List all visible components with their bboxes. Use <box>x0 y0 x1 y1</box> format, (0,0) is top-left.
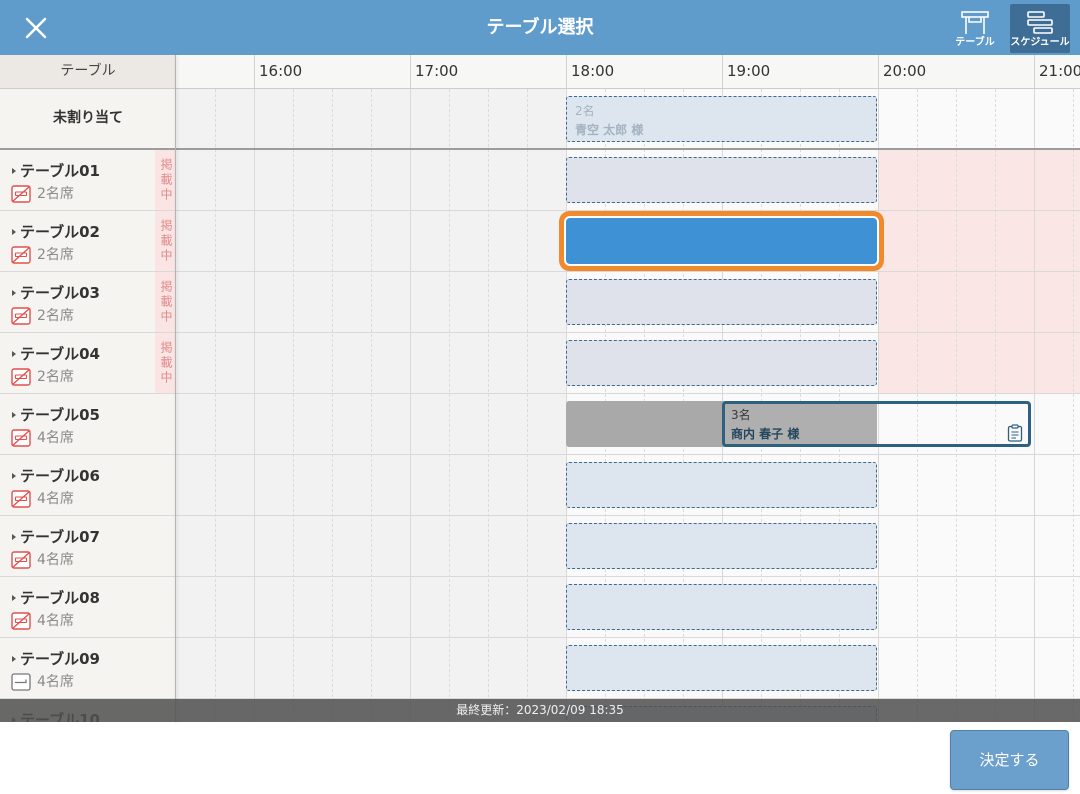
guest-name: 商内 春子 様 <box>731 427 800 441</box>
expand-arrow-icon[interactable] <box>12 412 16 418</box>
close-icon[interactable] <box>20 12 52 44</box>
bottom-bar: 決定する <box>0 722 1080 794</box>
party-size: 3名 <box>731 408 751 422</box>
table-name: テーブル07 <box>20 528 100 546</box>
schedule-grid[interactable]: 未割り当て 2名 青空 太郎 様 テーブル01 2名席 掲載中 テーブル02 2名席 掲載中… <box>0 89 1080 722</box>
table-rows: 未割り当て 2名 青空 太郎 様 テーブル01 2名席 掲載中 テーブル02 2名席 掲載中… <box>0 89 1080 722</box>
last-updated-status: 最終更新：2023/02/09 18:35 <box>0 699 1080 722</box>
table-column-header: テーブル <box>0 55 176 88</box>
hour-label: 18:00 <box>571 62 615 80</box>
seat-icon <box>11 672 31 692</box>
table-row: テーブル03 2名席 掲載中 <box>0 272 1080 333</box>
hour-label: 21:00 <box>1039 62 1080 80</box>
seat-capacity: 2名席 <box>37 369 74 385</box>
table-label[interactable]: テーブル09 4名席 <box>0 638 176 698</box>
table-row: テーブル06 4名席 <box>0 455 1080 516</box>
seat-capacity: 4名席 <box>37 613 74 629</box>
assignable-slot[interactable] <box>566 462 877 508</box>
expand-arrow-icon[interactable] <box>12 229 16 235</box>
party-size: 2名 <box>575 104 595 118</box>
seat-unavailable-icon <box>11 428 31 448</box>
seat-unavailable-icon <box>11 611 31 631</box>
table-icon <box>960 10 990 36</box>
seat-unavailable-icon <box>11 489 31 509</box>
assignable-slot[interactable] <box>566 340 877 386</box>
unassigned-row: 未割り当て 2名青空 太郎 様 <box>0 89 1080 150</box>
assignable-slot[interactable] <box>566 584 877 630</box>
reservation-card[interactable]: 3名商内 春子 様 <box>722 401 1031 447</box>
schedule-view-button[interactable]: スケジュール <box>1010 4 1070 53</box>
expand-arrow-icon[interactable] <box>12 473 16 479</box>
seat-unavailable-icon <box>11 550 31 570</box>
table-label[interactable]: テーブル08 4名席 <box>0 577 176 637</box>
confirm-button[interactable]: 決定する <box>950 730 1069 790</box>
expand-arrow-icon[interactable] <box>12 534 16 540</box>
table-label[interactable]: テーブル06 4名席 <box>0 455 176 515</box>
table-view-button[interactable]: テーブル <box>945 4 1005 53</box>
table-label[interactable]: テーブル07 4名席 <box>0 516 176 576</box>
expand-arrow-icon[interactable] <box>12 656 16 662</box>
listing-status-tag: 掲載中 <box>155 211 176 271</box>
hour-label: 19:00 <box>727 62 771 80</box>
hour-scale: 16:00 17:00 18:00 19:00 20:00 21:00 <box>176 55 1080 88</box>
table-row: テーブル02 2名席 掲載中 <box>0 211 1080 272</box>
seat-unavailable-icon <box>11 184 31 204</box>
assignable-slot[interactable] <box>566 157 877 203</box>
selected-slot[interactable] <box>566 218 877 264</box>
table-name: テーブル01 <box>20 162 100 180</box>
table-name: テーブル04 <box>20 345 100 363</box>
expand-arrow-icon[interactable] <box>12 351 16 357</box>
listing-status-tag: 掲載中 <box>155 272 176 332</box>
table-row: テーブル09 4名席 <box>0 638 1080 699</box>
table-label[interactable]: テーブル01 2名席 掲載中 <box>0 150 176 210</box>
table-row: テーブル05 4名席 3名商内 春子 様 <box>0 394 1080 455</box>
seat-capacity: 2名席 <box>37 186 74 202</box>
hour-label: 17:00 <box>415 62 459 80</box>
top-bar: テーブル選択 テーブル スケジュール <box>0 0 1080 55</box>
seat-capacity: 2名席 <box>37 308 74 324</box>
timeline-header: テーブル 16:00 17:00 18:00 19:00 20:00 21:00 <box>0 55 1080 89</box>
unassigned-label: 未割り当て <box>0 89 176 148</box>
listing-status-tag: 掲載中 <box>155 150 176 210</box>
table-name: テーブル09 <box>20 650 100 668</box>
expand-arrow-icon[interactable] <box>12 595 16 601</box>
guest-name: 青空 太郎 様 <box>575 123 644 137</box>
seat-unavailable-icon <box>11 245 31 265</box>
assignable-slot[interactable] <box>566 523 877 569</box>
seat-capacity: 4名席 <box>37 491 74 507</box>
assignable-slot[interactable] <box>566 279 877 325</box>
table-view-label: テーブル <box>955 37 995 48</box>
column-divider <box>175 55 176 722</box>
table-row: テーブル04 2名席 掲載中 <box>0 333 1080 394</box>
table-label[interactable]: テーブル05 4名席 <box>0 394 176 454</box>
seat-capacity: 2名席 <box>37 247 74 263</box>
seat-capacity: 4名席 <box>37 674 74 690</box>
table-name: テーブル06 <box>20 467 100 485</box>
assignable-slot[interactable] <box>566 645 877 691</box>
table-row: テーブル08 4名席 <box>0 577 1080 638</box>
page-title: テーブル選択 <box>486 17 594 38</box>
listing-status-tag: 掲載中 <box>155 333 176 393</box>
memo-icon[interactable] <box>1007 424 1023 442</box>
seat-capacity: 4名席 <box>37 552 74 568</box>
table-row: テーブル01 2名席 掲載中 <box>0 150 1080 211</box>
table-name: テーブル03 <box>20 284 100 302</box>
hour-label: 16:00 <box>259 62 303 80</box>
schedule-view-label: スケジュール <box>1010 37 1070 48</box>
table-label[interactable]: テーブル03 2名席 掲載中 <box>0 272 176 332</box>
hour-label: 20:00 <box>883 62 927 80</box>
table-label[interactable]: テーブル04 2名席 掲載中 <box>0 333 176 393</box>
seat-unavailable-icon <box>11 306 31 326</box>
schedule-icon <box>1025 10 1055 36</box>
table-name: テーブル08 <box>20 589 100 607</box>
table-label[interactable]: テーブル02 2名席 掲載中 <box>0 211 176 271</box>
expand-arrow-icon[interactable] <box>12 290 16 296</box>
seat-capacity: 4名席 <box>37 430 74 446</box>
seat-unavailable-icon <box>11 367 31 387</box>
unassigned-reservation[interactable]: 2名青空 太郎 様 <box>566 96 877 142</box>
table-name: テーブル05 <box>20 406 100 424</box>
expand-arrow-icon[interactable] <box>12 168 16 174</box>
table-name: テーブル02 <box>20 223 100 241</box>
table-row: テーブル07 4名席 <box>0 516 1080 577</box>
